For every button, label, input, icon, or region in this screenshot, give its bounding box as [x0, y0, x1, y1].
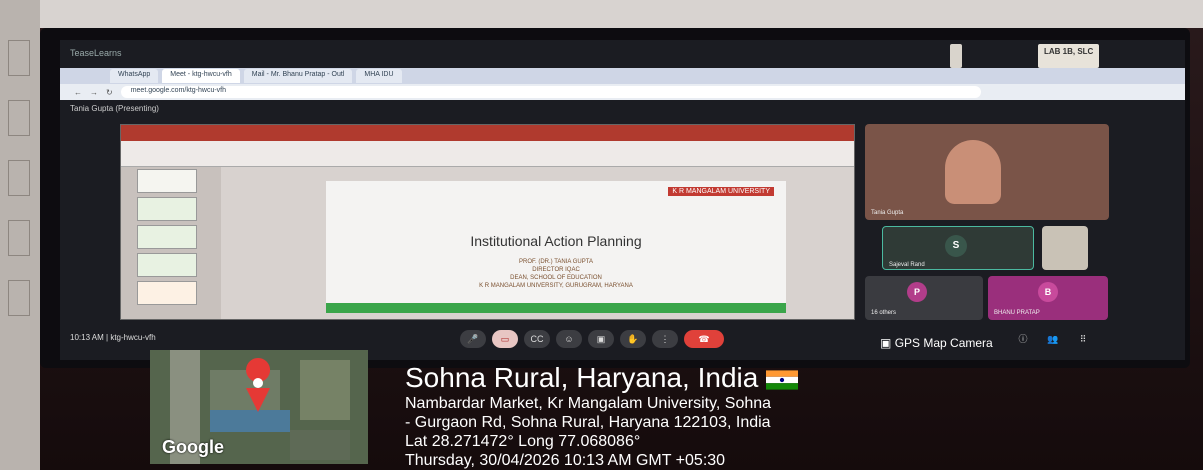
raise-hand-button[interactable]: ✋	[620, 330, 646, 348]
back-icon[interactable]: ←	[74, 88, 82, 97]
os-app-name: TeaseLearns	[70, 48, 122, 58]
camera-button[interactable]: ▭	[492, 330, 518, 348]
slide-thumb[interactable]	[137, 197, 197, 221]
people-icon[interactable]: 👥	[1040, 330, 1066, 348]
participant-tile-tania[interactable]: Tania Gupta	[865, 124, 1109, 220]
url-field[interactable]: meet.google.com/ktg-hwcu-vfh	[120, 86, 981, 98]
participant-name: BHANU PRATAP	[994, 310, 1040, 316]
captions-button[interactable]: CC	[524, 330, 550, 348]
slide-line: K R MANGALAM UNIVERSITY, GURUGRAM, HARYA…	[479, 283, 633, 289]
sticker-1	[950, 44, 962, 68]
info-icon[interactable]: ⓘ	[1010, 330, 1036, 348]
end-call-button[interactable]: ☎	[684, 330, 724, 348]
sticker-2: LAB 1B, SLC	[1038, 44, 1100, 68]
ppt-titlebar	[121, 125, 854, 141]
meet-controls-bar: 10:13 AM | ktg-hwcu-vfh 🎤 ▭ CC ☺ ▣ ✋ ⋮ ☎…	[60, 328, 1185, 352]
emoji-button[interactable]: ☺	[556, 330, 582, 348]
wall-top	[0, 0, 1203, 28]
slide-logo: K R MANGALAM UNIVERSITY	[668, 187, 774, 196]
slide-line: PROF. (DR.) TANIA GUPTA	[518, 259, 593, 265]
screen: TeaseLearns LAB 1B, SLC WhatsApp Meet - …	[60, 40, 1185, 360]
slide-green-bar	[326, 303, 786, 313]
participant-video	[945, 140, 1001, 204]
shared-powerpoint: K R MANGALAM UNIVERSITY Institutional Ac…	[120, 124, 855, 320]
slide-thumbnails	[121, 167, 221, 319]
slide-thumb[interactable]	[137, 253, 197, 277]
tab-mail[interactable]: Mail - Mr. Bhanu Pratap - Outl	[243, 69, 353, 83]
present-button[interactable]: ▣	[588, 330, 614, 348]
participant-tile-s[interactable]: S Sajeval Rand	[882, 226, 1034, 270]
meeting-info: 10:13 AM | ktg-hwcu-vfh	[70, 333, 156, 342]
ppt-ribbon	[121, 141, 854, 167]
gps-camera-icon: ▣	[880, 336, 892, 350]
participant-avatar: S	[945, 235, 967, 257]
gps-place: Sohna Rural, Haryana, India	[405, 362, 799, 394]
participant-avatar: B	[1038, 282, 1058, 302]
current-slide: K R MANGALAM UNIVERSITY Institutional Ac…	[326, 181, 786, 313]
google-logo: Google	[162, 437, 224, 457]
participant-avatar: P	[907, 282, 927, 302]
gps-address-line2: - Gurgaon Rd, Sohna Rural, Haryana 12210…	[405, 414, 771, 431]
participant-name: Sajeval Rand	[889, 262, 925, 268]
reload-icon[interactable]: ↻	[106, 88, 113, 97]
gps-map: Google	[150, 350, 368, 464]
gps-address-line1: Nambardar Market, Kr Mangalam University…	[405, 395, 772, 412]
participant-tile-bhanu[interactable]: B BHANU PRATAP	[988, 276, 1108, 320]
address-bar: ← → ↻ meet.google.com/ktg-hwcu-vfh	[60, 84, 1185, 100]
gps-info: Sohna Rural, Haryana, India Nambardar Ma…	[405, 362, 799, 470]
participant-tile-video[interactable]	[1042, 226, 1088, 270]
mic-button[interactable]: 🎤	[460, 330, 486, 348]
participant-name: Tania Gupta	[871, 210, 904, 216]
slide-line: DIRECTOR IQAC	[532, 267, 580, 273]
gps-datetime: Thursday, 30/04/2026 10:13 AM GMT +05:30	[405, 452, 726, 469]
slide-title: Institutional Action Planning	[470, 233, 642, 249]
slide-thumb[interactable]	[137, 225, 197, 249]
slide-line: DEAN, SCHOOL OF EDUCATION	[510, 275, 602, 281]
forward-icon[interactable]: →	[90, 88, 98, 97]
india-flag-icon	[766, 370, 799, 390]
presenter-label: Tania Gupta (Presenting)	[70, 104, 159, 113]
gps-camera-label: ▣ GPS Map Camera	[880, 336, 993, 350]
tab-mha[interactable]: MHA IDU	[356, 69, 402, 83]
activities-icon[interactable]: ⠿	[1070, 330, 1096, 348]
slide-thumb[interactable]	[137, 169, 197, 193]
wall-left	[0, 0, 40, 470]
participant-tile-others[interactable]: P 16 others	[865, 276, 983, 320]
participant-name: 16 others	[871, 310, 897, 316]
tab-whatsapp[interactable]: WhatsApp	[110, 69, 159, 83]
gps-coords: Lat 28.271472° Long 77.068086°	[405, 433, 641, 450]
slide-thumb[interactable]	[137, 281, 197, 305]
tab-meet[interactable]: Meet - ktg-hwcu-vfh	[162, 69, 240, 83]
more-options-button[interactable]: ⋮	[652, 330, 678, 348]
browser-tabbar: WhatsApp Meet - ktg-hwcu-vfh Mail - Mr. …	[60, 68, 1185, 84]
